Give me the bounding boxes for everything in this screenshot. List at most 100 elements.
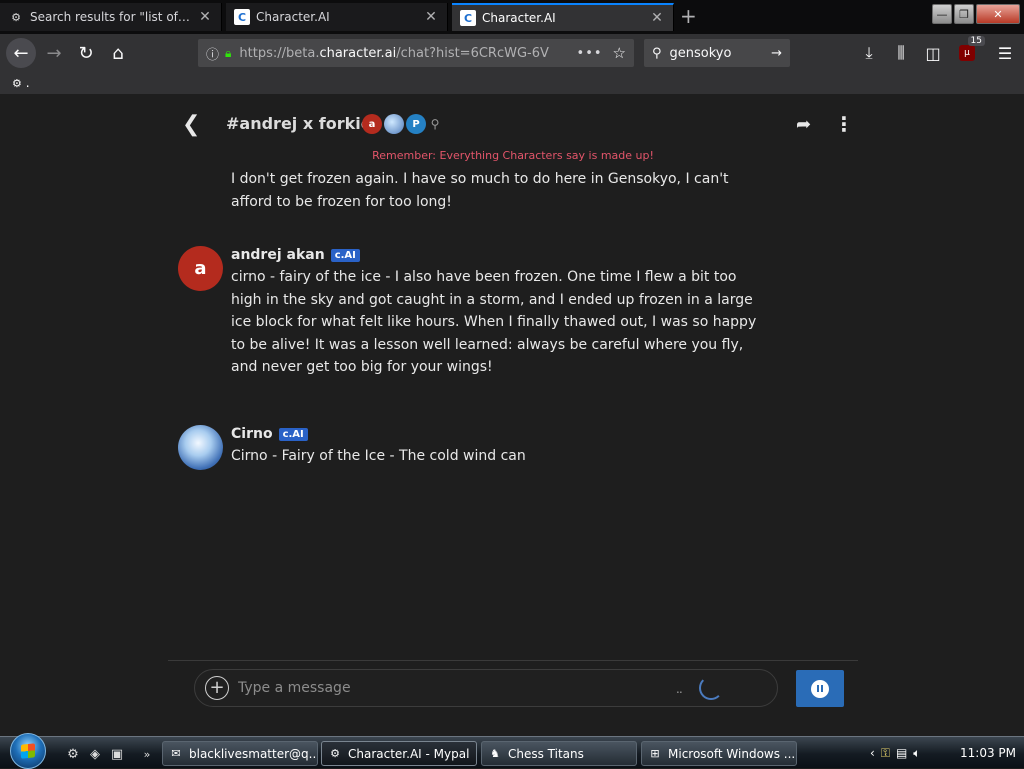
restore-button[interactable]: ❐ bbox=[954, 4, 974, 24]
system-tray: ‹ ⚿ ▤ 🔈︎ bbox=[870, 737, 921, 769]
add-attachment-button[interactable]: + bbox=[205, 676, 229, 700]
taskbar-item-active[interactable]: ⚙ Character.AI - Mypal bbox=[321, 741, 477, 766]
menu-button[interactable]: ☰ bbox=[992, 39, 1018, 67]
taskbar-label: Microsoft Windows ... bbox=[668, 746, 796, 761]
windows-taskbar: ⚙ ◈ ▣ » ✉ blacklivesmatter@q... ⚙ Charac… bbox=[0, 733, 1024, 769]
close-tab-icon[interactable]: ✕ bbox=[197, 9, 213, 25]
resize-handle-icon[interactable]: ⣀ bbox=[676, 683, 683, 694]
tab-characterai-active[interactable]: C Character.AI ✕ bbox=[452, 3, 674, 31]
bookmark-label: . bbox=[25, 76, 30, 90]
quicklaunch-icon[interactable]: ⚙ bbox=[64, 745, 82, 763]
volume-icon[interactable]: 🔈︎ bbox=[913, 746, 920, 761]
back-button[interactable]: ← bbox=[6, 38, 36, 68]
message-line: Cirno - Fairy of the Ice - The cold wind… bbox=[231, 448, 526, 464]
show-desktop-icon[interactable]: ▣ bbox=[108, 745, 126, 763]
downloads-button[interactable]: ⤓ bbox=[856, 39, 882, 67]
search-icon: ⚲ bbox=[652, 45, 662, 61]
message-text: cirno - fairy of the ice - I also have b… bbox=[231, 266, 761, 379]
library-icon: ⫼ bbox=[897, 43, 905, 62]
taskbar-clock[interactable]: 11:03 PM bbox=[960, 746, 1016, 760]
tab-search-results[interactable]: ⚙ Search results for "list of forkies ✕ bbox=[0, 3, 222, 31]
chat-back-button[interactable]: ❮ bbox=[182, 112, 200, 137]
tray-app-icon[interactable]: ⚿ bbox=[881, 746, 890, 761]
chess-icon: ♞ bbox=[490, 747, 500, 760]
vertical-dots-icon: ⋮ bbox=[834, 112, 854, 136]
taskbar-item[interactable]: ⊞ Microsoft Windows ... bbox=[641, 741, 797, 766]
search-bar[interactable]: ⚲ gensokyo → bbox=[644, 39, 790, 67]
navigation-toolbar: ← → ↻ ⌂ ⓘ 🔒︎ https://beta.character.ai/c… bbox=[0, 34, 1024, 72]
message-text: I don't get frozen again. I have so much… bbox=[231, 168, 761, 213]
search-query[interactable]: gensokyo bbox=[670, 46, 772, 61]
tab-characterai-1[interactable]: C Character.AI ✕ bbox=[226, 3, 448, 31]
participant-avatars[interactable]: a P ⚲ bbox=[362, 114, 442, 134]
chevron-left-icon: ❮ bbox=[182, 112, 201, 137]
pause-icon bbox=[811, 679, 829, 698]
author-name: Cirno bbox=[231, 426, 273, 442]
bookmark-item[interactable]: ⚙ . bbox=[12, 76, 30, 90]
message-line: ice block for what felt like hours. When… bbox=[231, 314, 757, 330]
browser-tab-strip: ⚙ Search results for "list of forkies ✕ … bbox=[0, 0, 1024, 34]
cai-badge: c.AI bbox=[278, 427, 308, 441]
close-window-button[interactable]: ✕ bbox=[976, 4, 1020, 24]
library-button[interactable]: ⫼ bbox=[888, 39, 914, 67]
message-line: cirno - fairy of the ice - I also have b… bbox=[231, 269, 737, 285]
reload-button[interactable]: ↻ bbox=[72, 39, 100, 67]
message-line: to be alive! It was a lesson well learne… bbox=[231, 336, 744, 353]
loading-spinner-icon bbox=[699, 676, 723, 700]
tab-title: Character.AI bbox=[482, 11, 556, 25]
address-bar[interactable]: ⓘ 🔒︎ https://beta.character.ai/chat?hist… bbox=[198, 39, 634, 67]
taskbar-label: Character.AI - Mypal bbox=[348, 746, 470, 761]
lock-icon[interactable]: 🔒︎ bbox=[225, 46, 231, 61]
tray-expand-icon[interactable]: ‹ bbox=[870, 746, 875, 760]
forward-button[interactable]: → bbox=[40, 39, 68, 67]
minimize-button[interactable]: — bbox=[932, 4, 952, 24]
message-composer: + ⣀ bbox=[194, 669, 778, 707]
quicklaunch-icon[interactable]: ◈ bbox=[86, 745, 104, 763]
composer-divider bbox=[168, 660, 858, 661]
avatar-cirno[interactable] bbox=[178, 425, 223, 470]
url-prefix: https://beta. bbox=[239, 45, 320, 61]
sidebar-icon: ◫ bbox=[925, 43, 941, 63]
home-button[interactable]: ⌂ bbox=[104, 39, 132, 67]
ublock-count-badge: 15 bbox=[967, 36, 985, 46]
participant-avatar-cirno bbox=[384, 114, 404, 134]
close-tab-icon[interactable]: ✕ bbox=[649, 10, 665, 26]
bookmark-star-icon[interactable]: ☆ bbox=[613, 44, 626, 62]
chat-title: #andrej x forkies bbox=[226, 114, 382, 133]
new-tab-button[interactable]: + bbox=[680, 6, 697, 26]
url-text[interactable]: https://beta.character.ai/chat?hist=6CRc… bbox=[239, 46, 566, 61]
characterai-favicon-icon: C bbox=[460, 10, 476, 26]
ublock-icon: μ 15 bbox=[959, 36, 985, 61]
page-actions-icon[interactable]: ••• bbox=[577, 46, 603, 61]
home-icon: ⌂ bbox=[112, 42, 124, 64]
avatar[interactable]: a bbox=[178, 246, 223, 291]
email-icon: ✉ bbox=[171, 747, 181, 760]
message-line: I don't get frozen again. I have so much… bbox=[231, 171, 729, 187]
browser-icon: ⚙ bbox=[330, 747, 340, 760]
arrow-right-icon: → bbox=[46, 42, 62, 64]
more-options-button[interactable]: ⋮ bbox=[834, 112, 854, 136]
author-name: andrej akan bbox=[231, 247, 325, 263]
url-domain: character.ai bbox=[319, 45, 397, 61]
taskbar-item[interactable]: ♞ Chess Titans bbox=[481, 741, 637, 766]
search-go-icon[interactable]: → bbox=[771, 46, 782, 61]
message-input[interactable] bbox=[238, 680, 676, 696]
stop-generation-button[interactable] bbox=[796, 670, 844, 707]
info-icon[interactable]: ⓘ bbox=[206, 44, 219, 63]
quicklaunch-overflow-icon[interactable]: » bbox=[138, 745, 156, 763]
participant-avatar: P bbox=[406, 114, 426, 134]
taskbar-item[interactable]: ✉ blacklivesmatter@q... bbox=[162, 741, 318, 766]
message-author: andrej akan c.AI bbox=[231, 244, 761, 266]
ublock-button[interactable]: μ 15 bbox=[954, 36, 985, 67]
message-line: afford to be frozen for too long! bbox=[231, 193, 452, 210]
participant-avatar-small-icon: ⚲ bbox=[430, 117, 440, 131]
bookmark-favicon-icon: ⚙ bbox=[12, 77, 22, 90]
message-line: high in the sky and got caught in a stor… bbox=[231, 291, 753, 308]
start-button[interactable] bbox=[6, 733, 50, 769]
download-icon: ⤓ bbox=[865, 43, 873, 62]
network-icon[interactable]: ▤ bbox=[896, 746, 907, 760]
taskbar-label: Chess Titans bbox=[508, 746, 584, 761]
sidebar-button[interactable]: ◫ bbox=[920, 39, 946, 67]
share-button[interactable]: ➦ bbox=[796, 114, 811, 135]
close-tab-icon[interactable]: ✕ bbox=[423, 9, 439, 25]
